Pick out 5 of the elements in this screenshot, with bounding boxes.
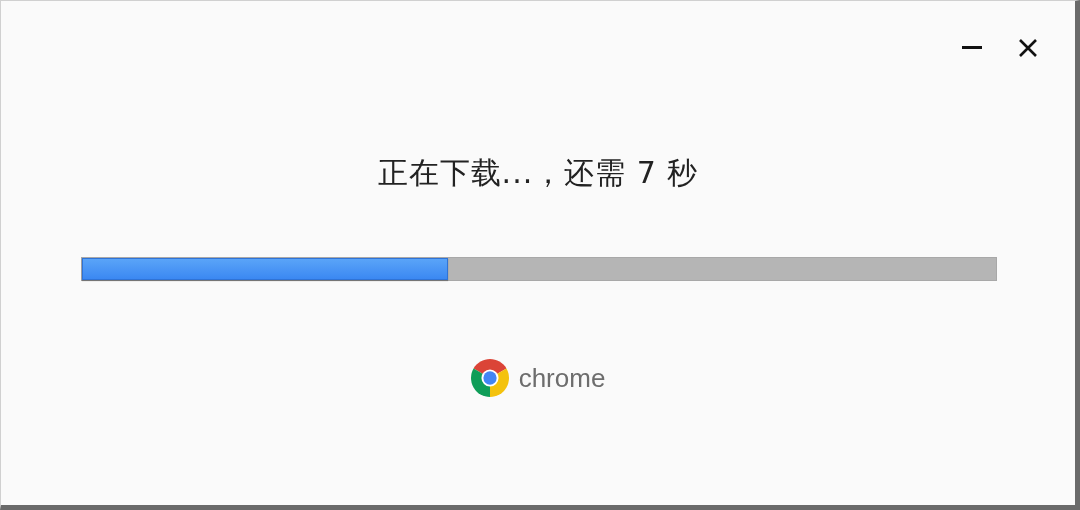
download-status-text: 正在下载...，还需 7 秒 (376, 154, 700, 192)
logo-icon (470, 359, 509, 397)
minimize-icon (962, 46, 982, 50)
brand-name: chrome (518, 362, 606, 394)
close-icon (1018, 38, 1038, 58)
